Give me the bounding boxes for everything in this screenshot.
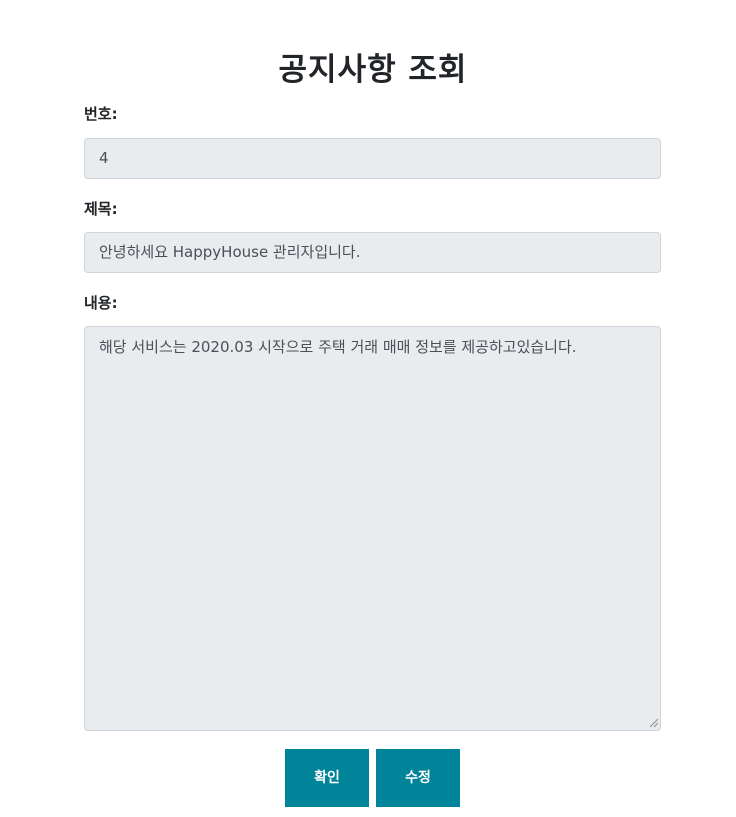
number-label: 번호:	[84, 105, 118, 123]
resize-handle-icon[interactable]	[647, 716, 659, 728]
confirm-button[interactable]: 확인	[285, 749, 369, 807]
subject-field[interactable]: 안녕하세요 HappyHouse 관리자입니다.	[84, 232, 661, 273]
number-field[interactable]: 4	[84, 138, 661, 179]
notice-view-page: 공지사항 조회 번호: 4 제목: 안녕하세요 HappyHouse 관리자입니…	[0, 0, 736, 817]
page-title: 공지사항 조회	[278, 52, 468, 88]
subject-label: 제목:	[84, 200, 118, 218]
content-label: 내용:	[84, 294, 118, 312]
content-textarea[interactable]: 해당 서비스는 2020.03 시작으로 주택 거래 매매 정보를 제공하고있습…	[84, 326, 661, 731]
edit-button[interactable]: 수정	[376, 749, 460, 807]
